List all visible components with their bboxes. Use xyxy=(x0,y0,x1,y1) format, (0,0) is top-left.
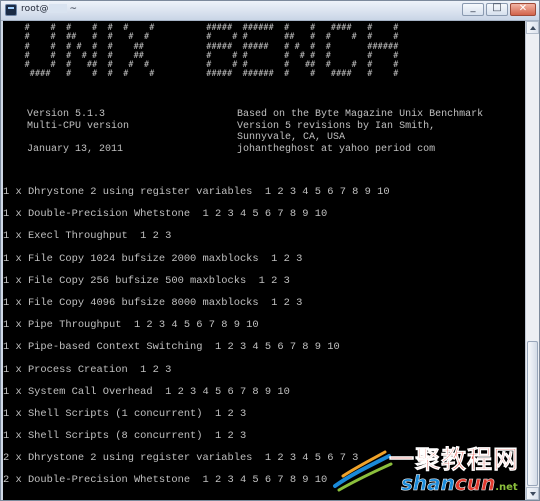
terminal-window: root@ ~ _ □ ✕ # # # # # # # ##### ######… xyxy=(0,0,540,501)
info-line: Version 5.1.3 Based on the Byte Magazine… xyxy=(9,109,484,120)
hostname-redaction xyxy=(48,4,67,13)
scrollbar-thumb[interactable] xyxy=(527,341,538,486)
benchmark-run-line: 1 x Pipe-based Context Switching 1 2 3 4… xyxy=(3,341,340,354)
maximize-button[interactable]: □ xyxy=(486,2,508,16)
scroll-up-button[interactable] xyxy=(526,21,539,34)
title-bar[interactable]: root@ ~ _ □ ✕ xyxy=(1,1,539,21)
scroll-down-button[interactable] xyxy=(526,487,539,500)
benchmark-run-line: 2 x Dhrystone 2 using register variables… xyxy=(3,452,359,465)
benchmark-run-line: 1 x File Copy 256 bufsize 500 maxblocks … xyxy=(3,274,290,287)
benchmark-run-line: 1 x Shell Scripts (1 concurrent) 1 2 3 xyxy=(3,407,247,420)
arrow-down-icon xyxy=(530,492,536,496)
unixbench-ascii-banner: # # # # # # # ##### ###### # # #### # # … xyxy=(24,22,399,79)
window-title-prefix: root@ xyxy=(21,4,49,14)
close-button[interactable]: ✕ xyxy=(510,3,536,16)
info-line: January 13, 2011 johantheghost at yahoo … xyxy=(9,143,436,155)
benchmark-run-line: 2 x Double-Precision Whetstone 1 2 3 4 5… xyxy=(3,474,328,487)
window-title-suffix: ~ xyxy=(66,4,78,14)
benchmark-run-line: 1 x File Copy 1024 bufsize 2000 maxblock… xyxy=(3,252,303,265)
benchmark-run-line: 1 x File Copy 4096 bufsize 8000 maxblock… xyxy=(3,296,303,309)
maximize-icon: □ xyxy=(492,2,502,13)
minimize-button[interactable]: _ xyxy=(462,2,484,16)
benchmark-run-line: 1 x Dhrystone 2 using register variables… xyxy=(3,186,390,198)
benchmark-run-line: 1 x System Call Overhead 1 2 3 4 5 6 7 8… xyxy=(3,385,290,398)
benchmark-run-line: 1 x Double-Precision Whetstone 1 2 3 4 5… xyxy=(3,208,328,221)
benchmark-run-line: 1 x Pipe Throughput 1 2 3 4 5 6 7 8 9 10 xyxy=(3,319,259,332)
putty-terminal-icon[interactable] xyxy=(5,4,17,16)
benchmark-run-list: 1 x Dhrystone 2 using register variables… xyxy=(3,185,523,496)
terminal-output[interactable]: # # # # # # # ##### ###### # # #### # # … xyxy=(3,21,525,500)
benchmark-run-line: 1 x Process Creation 1 2 3 xyxy=(3,363,172,376)
info-line: Multi-CPU version Version 5 revisions by… xyxy=(9,120,436,132)
close-icon: ✕ xyxy=(518,3,528,14)
version-info: Version 5.1.3 Based on the Byte Magazine… xyxy=(9,109,483,155)
benchmark-run-line: 1 x Shell Scripts (8 concurrent) 1 2 3 xyxy=(3,430,247,443)
info-line: Sunnyvale, CA, USA xyxy=(9,132,346,143)
minimize-icon: _ xyxy=(470,2,476,13)
window-title: root@ ~ xyxy=(21,4,77,14)
vertical-scrollbar[interactable] xyxy=(525,21,539,500)
arrow-up-icon xyxy=(530,26,536,30)
benchmark-run-line: 1 x Execl Throughput 1 2 3 xyxy=(3,230,172,243)
window-controls: _ □ ✕ xyxy=(462,2,536,18)
